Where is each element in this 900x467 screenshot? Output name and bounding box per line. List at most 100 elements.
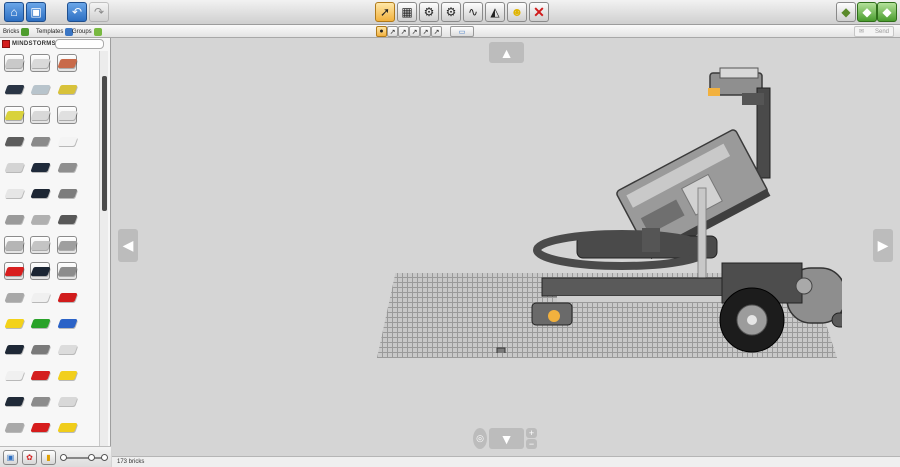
palette-zoom-slider[interactable] <box>60 454 108 461</box>
connected-select-button[interactable]: ↗ <box>387 26 398 37</box>
paint-tool-button[interactable]: ◭ <box>485 2 505 22</box>
tab-bricks[interactable]: Bricks <box>3 26 30 37</box>
save-button[interactable]: ▣ <box>26 2 46 22</box>
hide-tool-button[interactable]: ☻ <box>507 2 527 22</box>
brick-palette-item[interactable] <box>3 80 25 98</box>
zoom-out-button[interactable]: − <box>526 439 537 449</box>
brick-palette-item[interactable] <box>56 392 78 410</box>
brick-palette-item[interactable] <box>29 314 51 332</box>
zoom-in-button[interactable]: + <box>526 428 537 438</box>
brick-palette-item[interactable] <box>29 158 51 176</box>
brick-palette-item[interactable] <box>56 314 78 332</box>
reset-view-button[interactable]: ◎ <box>473 428 487 449</box>
shape-select-button[interactable]: ↗ <box>409 26 420 37</box>
zoom-slider-handle[interactable] <box>88 454 95 461</box>
hinge-align-tool-button[interactable]: ⚙ <box>441 2 461 22</box>
brick-thumbnail-icon <box>29 214 51 224</box>
brick-palette-item[interactable] <box>3 288 25 306</box>
brick-palette-item[interactable] <box>29 210 51 228</box>
brick-palette-item[interactable] <box>29 184 51 202</box>
brick-palette-item[interactable] <box>56 80 78 98</box>
view-bricks-button[interactable]: ▣ <box>3 450 18 465</box>
brick-palette-item[interactable] <box>29 392 51 410</box>
guide-mode-button[interactable]: ◆ <box>877 2 897 22</box>
home-button[interactable]: ⌂ <box>4 2 24 22</box>
palette-search-input[interactable] <box>55 39 104 49</box>
group-button[interactable]: ▭ <box>450 26 474 37</box>
brick-palette-item[interactable] <box>56 340 78 358</box>
tab-templates[interactable]: Templates <box>36 26 74 37</box>
brick-palette-item[interactable] <box>56 106 78 124</box>
scrollbar-thumb[interactable] <box>102 76 107 211</box>
brick-palette-item[interactable] <box>56 418 78 436</box>
brick-palette-item[interactable] <box>3 210 25 228</box>
redo-arrow-icon: ↷ <box>93 5 105 19</box>
brick-palette-item[interactable] <box>3 132 25 150</box>
brick-palette-item[interactable] <box>56 158 78 176</box>
robot-model[interactable] <box>392 58 842 353</box>
brick-palette-item[interactable] <box>3 392 25 410</box>
brick-palette-item[interactable] <box>56 236 78 254</box>
brick-palette-item[interactable] <box>29 262 51 280</box>
delete-tool-button[interactable]: ✕ <box>529 2 549 22</box>
tab-label: Bricks <box>3 28 20 35</box>
brick-palette-item[interactable] <box>56 262 78 280</box>
color-shape-select-button[interactable]: ↗ <box>420 26 431 37</box>
brick-palette-item[interactable] <box>3 236 25 254</box>
rotate-left-button[interactable]: ◀ <box>118 229 138 262</box>
brick-palette-item[interactable] <box>29 366 51 384</box>
brick-palette-item[interactable] <box>3 54 25 72</box>
brick-palette-item[interactable] <box>56 54 78 72</box>
rotate-right-button[interactable]: ▶ <box>873 229 893 262</box>
brick-thumbnail-icon <box>56 162 78 172</box>
brick-palette-item[interactable] <box>29 288 51 306</box>
hinge-tool-button[interactable]: ⚙ <box>419 2 439 22</box>
brick-palette-item[interactable] <box>56 184 78 202</box>
brick-palette-item[interactable] <box>56 132 78 150</box>
main-toolbar: ⌂ ▣ ↶ ↷ ➚ ▦ ⚙ ⚙ ∿ ◭ ☻ ✕ ◆ ◆ ◆ <box>0 0 900 25</box>
brick-palette-item[interactable] <box>29 340 51 358</box>
brick-palette-item[interactable] <box>3 184 25 202</box>
cursor-icon: ↗ <box>411 28 418 36</box>
brick-palette-item[interactable] <box>29 418 51 436</box>
redo-button[interactable]: ↷ <box>89 2 109 22</box>
scoop-bracket <box>642 228 660 252</box>
invert-select-button[interactable]: ↗ <box>431 26 442 37</box>
brick-palette-item[interactable] <box>56 366 78 384</box>
view-mode-button[interactable]: ◆ <box>857 2 877 22</box>
palette-scrollbar[interactable] <box>99 51 108 446</box>
color-palette-button[interactable]: ✿ <box>22 450 37 465</box>
rotate-down-button[interactable]: ▼ <box>489 428 524 449</box>
tab-groups[interactable]: Groups <box>72 26 102 37</box>
brick-palette-item[interactable] <box>3 262 25 280</box>
select-tool-button[interactable]: ➚ <box>375 2 395 22</box>
brick-palette-item[interactable] <box>29 54 51 72</box>
brick-palette-item[interactable] <box>29 132 51 150</box>
single-select-button[interactable]: ● <box>376 26 387 37</box>
flex-tool-button[interactable]: ∿ <box>463 2 483 22</box>
collapse-button[interactable]: ▮ <box>41 450 56 465</box>
color-select-button[interactable]: ↗ <box>398 26 409 37</box>
brick-palette-item[interactable] <box>3 340 25 358</box>
undo-button[interactable]: ↶ <box>67 2 87 22</box>
build-mode-button[interactable]: ◆ <box>836 2 856 22</box>
build-canvas[interactable]: ▲ ◀ ▶ ▼ ◎ + − <box>112 38 900 456</box>
brick-thumbnail-icon <box>29 370 51 380</box>
brick-palette-item[interactable] <box>3 366 25 384</box>
brick-palette-item[interactable] <box>29 106 51 124</box>
status-bar: 173 bricks <box>112 456 900 467</box>
brick-palette-item[interactable] <box>3 314 25 332</box>
brick-palette-item[interactable] <box>29 80 51 98</box>
loose-part[interactable] <box>496 347 506 353</box>
clone-tool-button[interactable]: ▦ <box>397 2 417 22</box>
send-button[interactable]: ✉ Send <box>854 26 894 37</box>
brick-palette-item[interactable] <box>56 288 78 306</box>
brick-palette-item[interactable] <box>29 236 51 254</box>
axle-pin <box>548 310 560 322</box>
brick-palette-item[interactable] <box>3 418 25 436</box>
brick-thumbnail-icon <box>3 214 25 224</box>
brick-palette-item[interactable] <box>56 210 78 228</box>
brick-palette-item[interactable] <box>3 106 25 124</box>
cursor-icon: ↗ <box>433 28 440 36</box>
brick-palette-item[interactable] <box>3 158 25 176</box>
